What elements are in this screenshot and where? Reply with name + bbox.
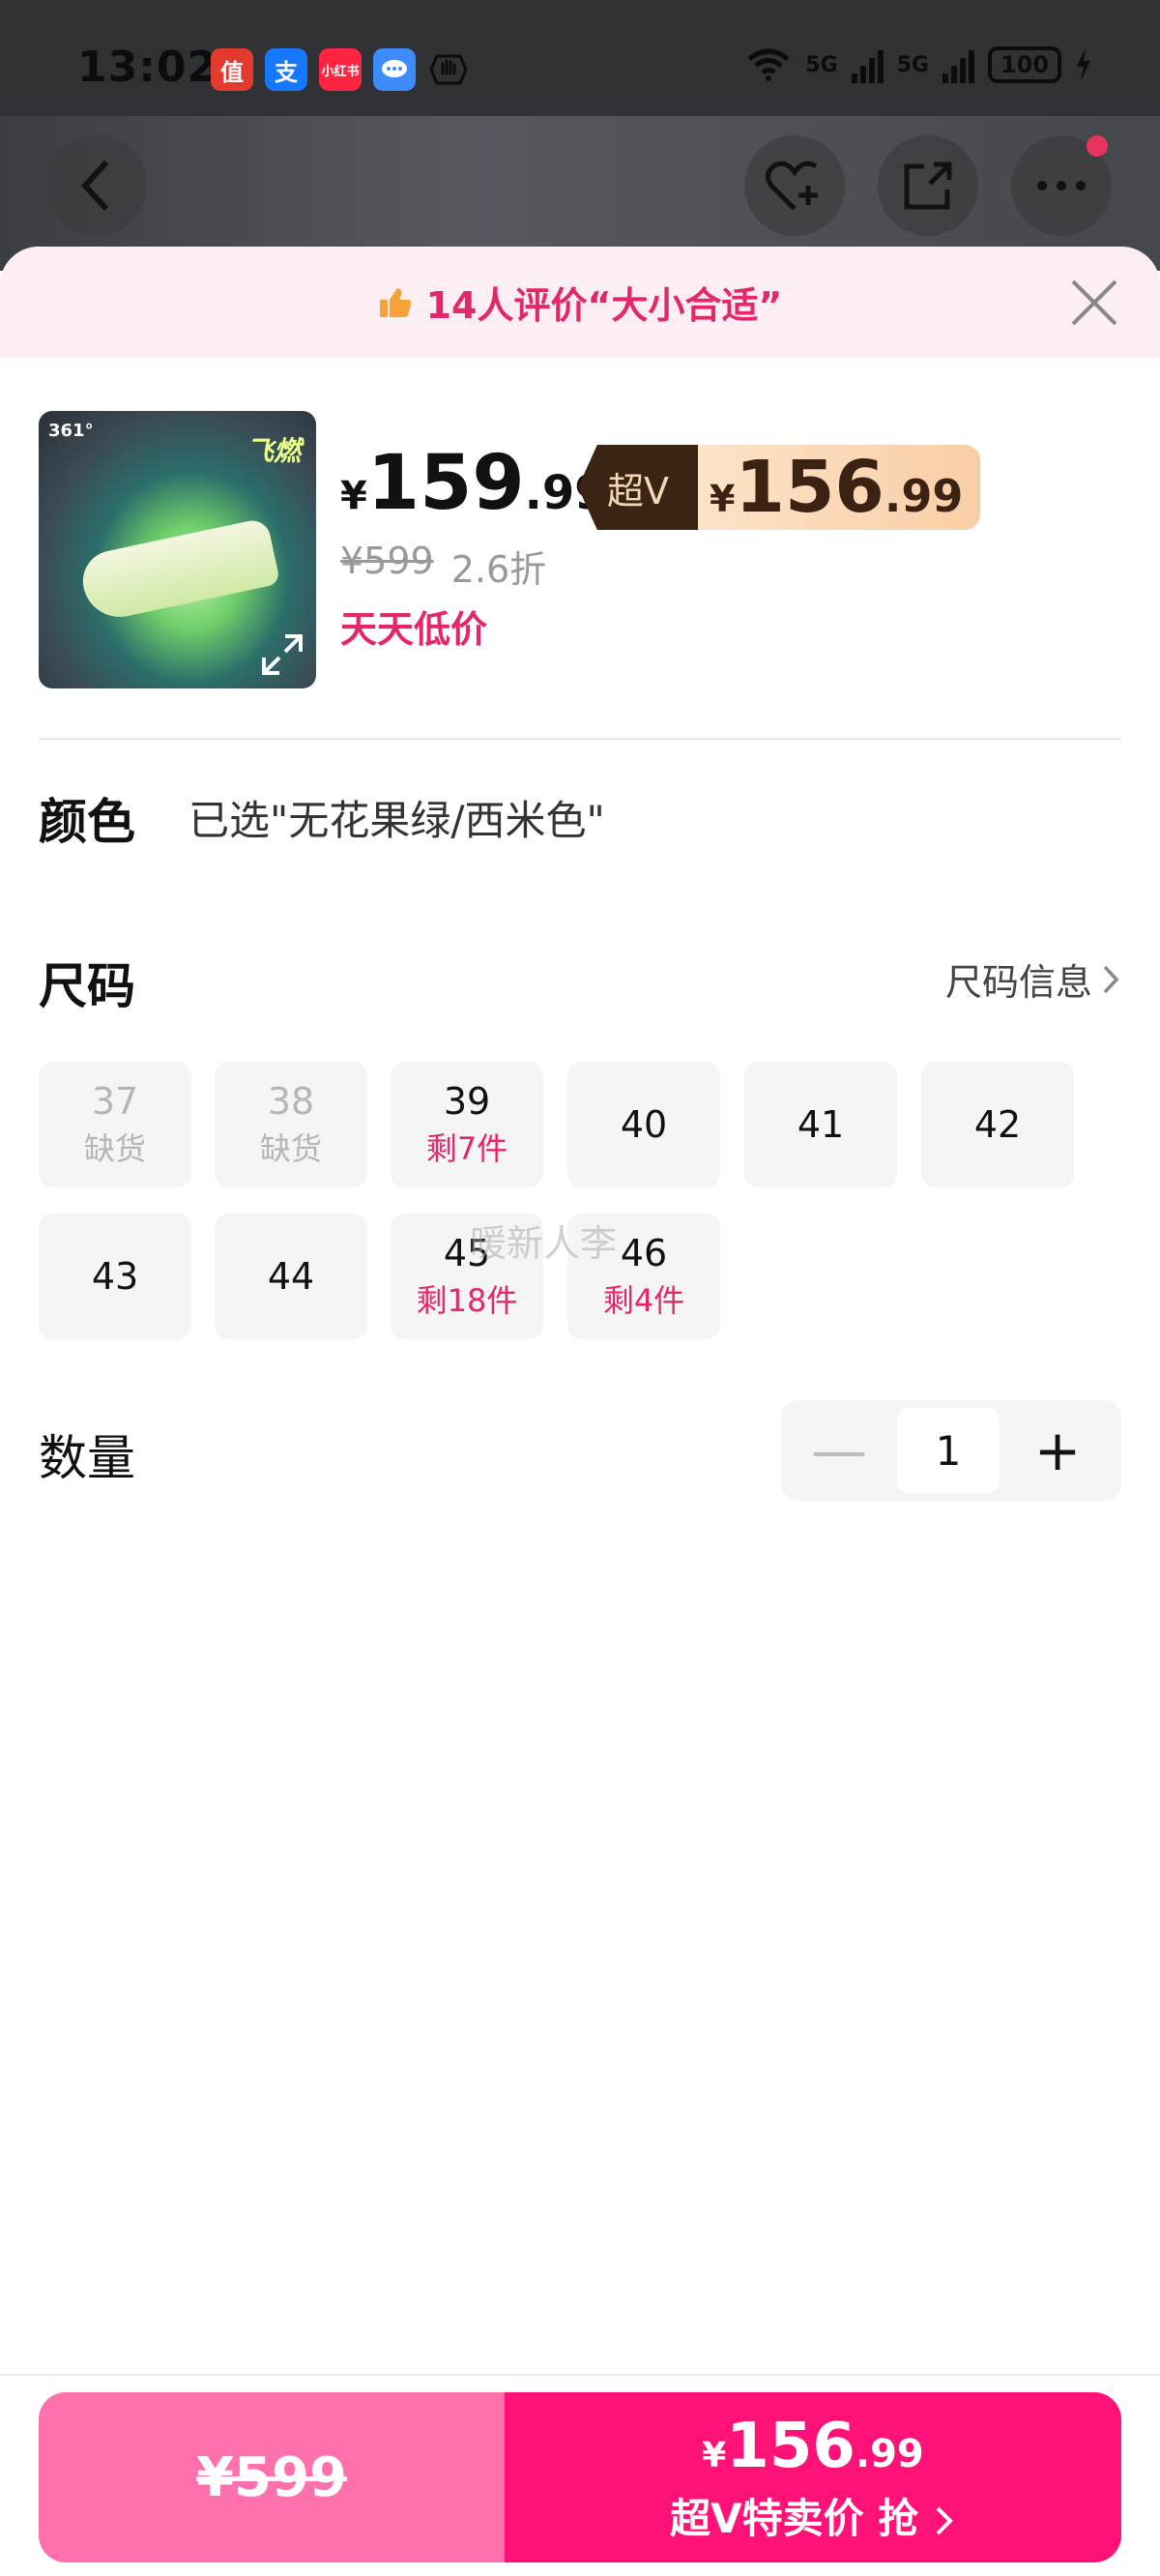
buy-price-symbol: ¥ [702,2435,727,2475]
image-logo: 361° [48,421,94,441]
watermark-text: 暖新人李 [470,1222,618,1265]
stock-status: 剩18件 [416,1282,518,1319]
size-number: 43 [91,1255,139,1298]
share-icon [904,161,952,210]
bottom-action-bar: ¥599 ¥ 156 .99 超V特卖价 抢 [0,2374,1160,2576]
stock-status: 缺货 [259,1130,322,1167]
size-option-41[interactable]: 41 [744,1062,897,1187]
chevron-left-icon [80,160,109,212]
status-right-icons: 5G 5G 100 [745,46,1092,83]
svip-symbol: ¥ [710,478,736,520]
shoe-graphic [76,516,281,625]
share-button[interactable] [878,135,978,236]
charging-icon [1077,48,1090,81]
size-number: 37 [91,1080,139,1123]
super-vip-tag: 超V [578,445,698,530]
hand-icon [427,48,470,91]
quantity-input[interactable]: 1 [897,1408,1000,1493]
notification-dot [1087,135,1108,157]
signal-icon-1 [851,46,884,83]
buy-now-button[interactable]: ¥ 156 .99 超V特卖价 抢 [505,2392,1121,2562]
stock-status: 剩7件 [425,1130,508,1167]
size-number: 39 [443,1080,491,1123]
chevron-right-icon [936,2506,953,2535]
original-price-button[interactable]: ¥599 [39,2392,505,2562]
size-info-label: 尺码信息 [944,961,1092,1004]
size-option-39[interactable]: 39 剩7件 [391,1062,543,1187]
size-option-38[interactable]: 38 缺货 [215,1062,367,1187]
stock-status: 剩4件 [602,1282,685,1319]
heart-add-icon [766,161,818,211]
size-option-43[interactable]: 43 [39,1214,191,1339]
close-icon[interactable] [1067,276,1121,330]
network-5g-1: 5G [805,52,838,77]
size-label: 尺码 [39,958,135,1014]
size-option-40[interactable]: 40 [567,1062,720,1187]
image-brand: 飞燃 [246,435,301,467]
discount-text: 2.6折 [450,548,547,591]
svip-integer: 156 [735,446,884,529]
buy-price: ¥ 156 .99 [702,2411,924,2482]
app-icon-chat [373,48,416,91]
size-number: 38 [267,1080,315,1123]
battery-indicator: 100 [988,46,1061,83]
size-number: 42 [973,1103,1022,1146]
svip-decimal: .99 [884,470,964,522]
network-5g-2: 5G [896,52,929,77]
status-time: 13:02 [77,43,218,92]
app-icon-zhi: 值 [211,48,253,91]
sku-selection-sheet: 14人评价“大小合适” 361° 飞燃 ¥ 159 .99 超V ¥ 156 .… [0,247,1160,2576]
chevron-right-icon [1103,965,1119,993]
size-info-link[interactable]: 尺码信息 [945,952,1121,1006]
selected-color: 已选"无花果绿/西米色" [188,797,605,844]
daily-low-price-tag: 天天低价 [340,608,488,651]
super-vip-price-value: ¥ 156 .99 [698,445,981,530]
expand-icon[interactable] [256,629,308,681]
size-number: 44 [267,1255,315,1298]
decrease-button[interactable]: — [781,1400,897,1501]
original-price-label: ¥599 [196,2445,347,2509]
increase-button[interactable]: + [1000,1400,1116,1501]
size-option-42[interactable]: 42 [921,1062,1074,1187]
quantity-label: 数量 [39,1430,135,1486]
review-banner-content: 14人评价“大小合适” [378,276,783,329]
app-icon-xiaohongshu: 小红书 [319,48,362,91]
buy-label: 超V特卖价 抢 [670,2486,956,2545]
buy-price-integer: 156 [726,2410,856,2482]
price-symbol: ¥ [340,474,367,518]
super-vip-price: 超V ¥ 156 .99 [578,445,981,530]
review-banner: 14人评价“大小合适” [0,247,1160,358]
stock-status: 缺货 [83,1130,146,1167]
review-banner-text: 14人评价“大小合适” [425,284,783,327]
buy-label-text: 超V特卖价 抢 [670,2494,919,2542]
size-option-37[interactable]: 37 缺货 [39,1062,191,1187]
divider [39,738,1121,740]
favorite-button[interactable] [744,135,845,236]
product-image[interactable]: 361° 飞燃 [39,411,316,688]
size-number: 40 [620,1103,668,1146]
quantity-stepper: — 1 + [781,1400,1121,1501]
buy-price-decimal: .99 [855,2431,924,2476]
color-label: 颜色 [39,794,135,850]
signal-icon-2 [942,46,974,83]
back-button[interactable] [46,135,147,236]
price-integer: 159 [366,440,525,527]
current-price: ¥ 159 .99 [340,440,607,527]
original-price: ¥599 [340,540,434,582]
size-number: 46 [620,1232,668,1274]
size-number: 41 [797,1103,845,1146]
app-icon-alipay: 支 [265,48,307,91]
size-option-44[interactable]: 44 [215,1214,367,1339]
wifi-icon [747,48,790,81]
more-icon [1037,181,1086,190]
thumbs-up-icon [379,287,411,317]
original-price-row: ¥599 2.6折 [340,540,546,593]
